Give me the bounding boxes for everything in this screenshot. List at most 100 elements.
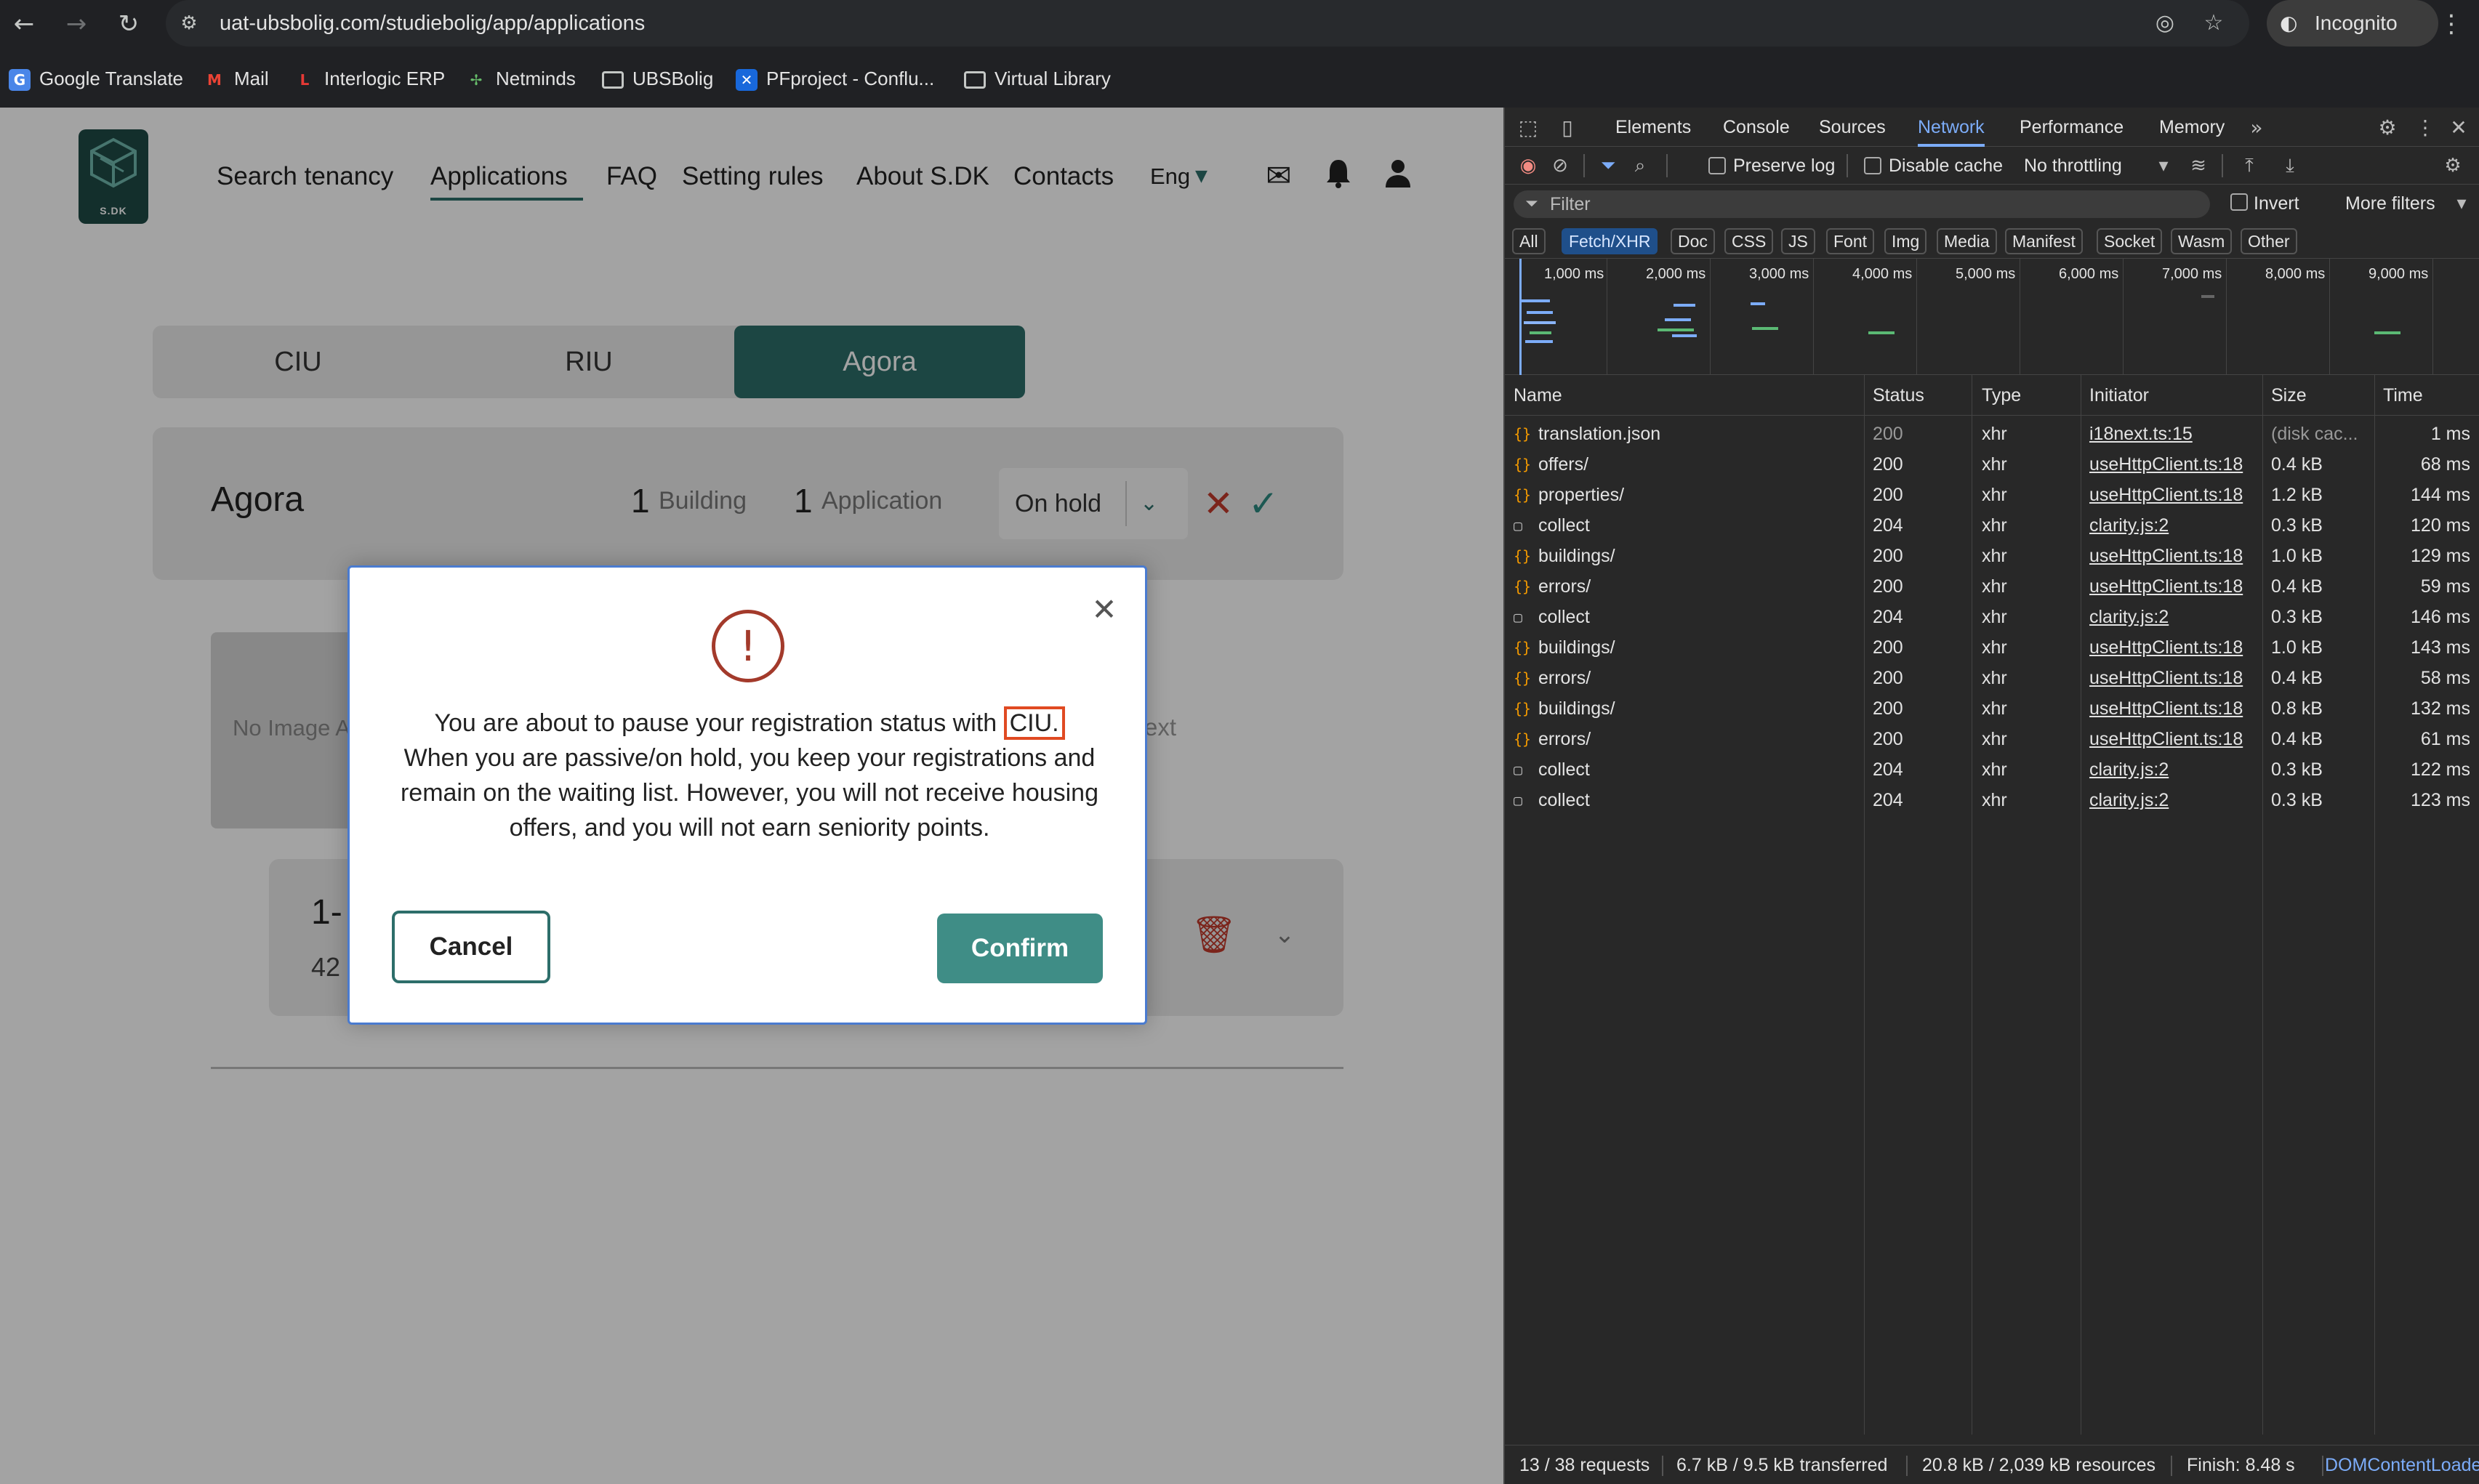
- network-timeline-overview[interactable]: 1,000 ms 2,000 ms 3,000 ms 4,000 ms 5,00…: [1505, 259, 2479, 375]
- request-size: 0.4 kB: [2271, 576, 2323, 597]
- disable-cache-checkbox[interactable]: [1864, 157, 1881, 174]
- request-initiator[interactable]: clarity.js:2: [2089, 602, 2258, 632]
- type-filter-all[interactable]: All: [1512, 228, 1546, 254]
- request-initiator[interactable]: clarity.js:2: [2089, 510, 2258, 541]
- record-stop-icon[interactable]: ◉: [1514, 151, 1543, 180]
- bookmark-star-icon[interactable]: ☆: [2199, 9, 2228, 38]
- back-arrow-icon[interactable]: ←: [7, 7, 41, 41]
- more-filters-dropdown[interactable]: More filters: [2345, 185, 2435, 222]
- tab-network[interactable]: Network: [1918, 108, 1985, 147]
- fetch-request-icon: {}: [1514, 669, 1532, 687]
- type-filter-socket[interactable]: Socket: [2097, 228, 2163, 254]
- type-filter-media[interactable]: Media: [1937, 228, 1997, 254]
- throttling-chevron-icon[interactable]: ▾: [2149, 151, 2178, 180]
- device-toolbar-icon[interactable]: ▯: [1553, 113, 1582, 142]
- table-row[interactable]: {} properties/200 xhr useHttpClient.ts:18 1.…: [1505, 480, 2479, 510]
- type-filter-img[interactable]: Img: [1884, 228, 1927, 254]
- request-initiator[interactable]: i18next.ts:15: [2089, 419, 2258, 449]
- column-status[interactable]: Status: [1873, 375, 1924, 416]
- export-har-icon[interactable]: ⤓: [2275, 151, 2305, 180]
- url-text[interactable]: uat-ubsbolig.com/studiebolig/app/applica…: [220, 0, 645, 47]
- table-row[interactable]: ▢ collect 204 xhr clarity.js:2 0.3 kB 123 ms: [1505, 785, 2479, 815]
- column-size[interactable]: Size: [2271, 375, 2307, 416]
- network-conditions-icon[interactable]: ≋: [2184, 151, 2213, 180]
- request-initiator[interactable]: useHttpClient.ts:18: [2089, 449, 2258, 480]
- reload-icon[interactable]: ↻: [112, 7, 145, 41]
- tab-memory[interactable]: Memory: [2159, 108, 2225, 147]
- type-filter-other[interactable]: Other: [2241, 228, 2297, 254]
- incognito-badge[interactable]: ◐ Incognito: [2267, 0, 2438, 47]
- column-initiator[interactable]: Initiator: [2089, 375, 2149, 416]
- bookmark-ubsbolig[interactable]: UBSBolig: [602, 64, 713, 93]
- highlighted-organization: CIU.: [1003, 706, 1065, 740]
- forward-arrow-icon[interactable]: →: [60, 7, 93, 41]
- filter-input[interactable]: ⏷ Filter: [1514, 190, 2210, 218]
- type-filter-font[interactable]: Font: [1826, 228, 1875, 254]
- filter-funnel-icon[interactable]: ⏷: [1594, 151, 1623, 180]
- request-initiator[interactable]: useHttpClient.ts:18: [2089, 632, 2258, 663]
- invert-checkbox[interactable]: [2230, 193, 2248, 211]
- search-icon[interactable]: ⌕: [1626, 151, 1655, 180]
- request-initiator[interactable]: useHttpClient.ts:18: [2089, 480, 2258, 510]
- table-row[interactable]: ▢ collect 204 xhr clarity.js:2 0.3 kB 122 ms: [1505, 754, 2479, 785]
- request-initiator[interactable]: useHttpClient.ts:18: [2089, 724, 2258, 754]
- table-row[interactable]: {} errors/200 xhr useHttpClient.ts:18 0.4 kB…: [1505, 571, 2479, 602]
- table-row[interactable]: {} errors/200 xhr useHttpClient.ts:18 0.4 kB…: [1505, 724, 2479, 754]
- bookmark-virtual-library[interactable]: Virtual Library: [964, 64, 1111, 93]
- request-initiator[interactable]: useHttpClient.ts:18: [2089, 571, 2258, 602]
- type-filter-doc[interactable]: Doc: [1671, 228, 1715, 254]
- table-row[interactable]: {} errors/200 xhr useHttpClient.ts:18 0.4 kB…: [1505, 663, 2479, 693]
- type-filter-js[interactable]: JS: [1781, 228, 1815, 254]
- more-tabs-icon[interactable]: »: [2242, 113, 2271, 142]
- eye-off-icon[interactable]: ◎: [2150, 9, 2179, 38]
- chevron-down-icon[interactable]: ▾: [2447, 189, 2476, 218]
- request-initiator[interactable]: useHttpClient.ts:18: [2089, 541, 2258, 571]
- import-har-icon[interactable]: ⤒: [2235, 151, 2264, 180]
- network-settings-icon[interactable]: ⚙: [2438, 151, 2467, 180]
- request-initiator[interactable]: clarity.js:2: [2089, 754, 2258, 785]
- request-size: 0.8 kB: [2271, 698, 2323, 719]
- browser-menu-icon[interactable]: ⋮: [2435, 7, 2467, 41]
- throttling-select[interactable]: No throttling: [2024, 147, 2122, 185]
- table-row[interactable]: {} offers/200 xhr useHttpClient.ts:18 0.4 kB…: [1505, 449, 2479, 480]
- tab-console[interactable]: Console: [1723, 108, 1790, 147]
- bookmark-pfproject[interactable]: ✕ PFproject - Conflu...: [736, 64, 934, 93]
- close-devtools-icon[interactable]: ✕: [2444, 113, 2473, 142]
- confirm-button[interactable]: Confirm: [937, 914, 1103, 983]
- settings-gear-icon[interactable]: ⚙: [2373, 113, 2402, 142]
- tab-elements[interactable]: Elements: [1615, 108, 1691, 147]
- bookmark-mail[interactable]: M Mail: [204, 64, 269, 93]
- tab-sources[interactable]: Sources: [1819, 108, 1886, 147]
- table-row[interactable]: {} translation.json 200 xhr i18next.ts:15 (di…: [1505, 419, 2479, 449]
- column-time[interactable]: Time: [2383, 375, 2423, 416]
- type-filter-manifest[interactable]: Manifest: [2005, 228, 2083, 254]
- type-filter-fetch-xhr[interactable]: Fetch/XHR: [1562, 228, 1658, 254]
- tab-performance[interactable]: Performance: [2020, 108, 2124, 147]
- request-initiator[interactable]: useHttpClient.ts:18: [2089, 663, 2258, 693]
- summary-finish: Finish: 8.48 s: [2187, 1455, 2295, 1475]
- bookmark-netminds[interactable]: ✢ Netminds: [465, 64, 576, 93]
- clear-icon[interactable]: ⊘: [1546, 151, 1575, 180]
- bookmark-interlogic-erp[interactable]: L Interlogic ERP: [294, 64, 446, 93]
- bookmark-google-translate[interactable]: G Google Translate: [9, 64, 183, 93]
- table-row[interactable]: {} buildings/200 xhr useHttpClient.ts:18 0.8…: [1505, 693, 2479, 724]
- column-type[interactable]: Type: [1982, 375, 2021, 416]
- request-initiator[interactable]: useHttpClient.ts:18: [2089, 693, 2258, 724]
- interlogic-icon: L: [300, 71, 310, 89]
- request-name: errors/: [1538, 729, 1591, 749]
- column-name[interactable]: Name: [1514, 375, 1562, 416]
- table-row[interactable]: {} buildings/200 xhr useHttpClient.ts:18 1.0…: [1505, 632, 2479, 663]
- site-settings-icon[interactable]: ⚙: [174, 9, 204, 38]
- close-icon[interactable]: ✕: [1084, 589, 1125, 630]
- preserve-log-checkbox[interactable]: [1708, 157, 1726, 174]
- table-row[interactable]: ▢ collect 204 xhr clarity.js:2 0.3 kB 120 ms: [1505, 510, 2479, 541]
- table-row[interactable]: {} buildings/200 xhr useHttpClient.ts:18 1.0…: [1505, 541, 2479, 571]
- type-filter-css[interactable]: CSS: [1724, 228, 1774, 254]
- cancel-button[interactable]: Cancel: [392, 911, 550, 983]
- gmail-icon: M: [207, 71, 222, 89]
- devtools-menu-icon[interactable]: ⋮: [2411, 113, 2440, 142]
- type-filter-wasm[interactable]: Wasm: [2171, 228, 2233, 254]
- inspect-element-icon[interactable]: ⬚: [1514, 113, 1543, 142]
- request-initiator[interactable]: clarity.js:2: [2089, 785, 2258, 815]
- table-row[interactable]: ▢ collect 204 xhr clarity.js:2 0.3 kB 146 ms: [1505, 602, 2479, 632]
